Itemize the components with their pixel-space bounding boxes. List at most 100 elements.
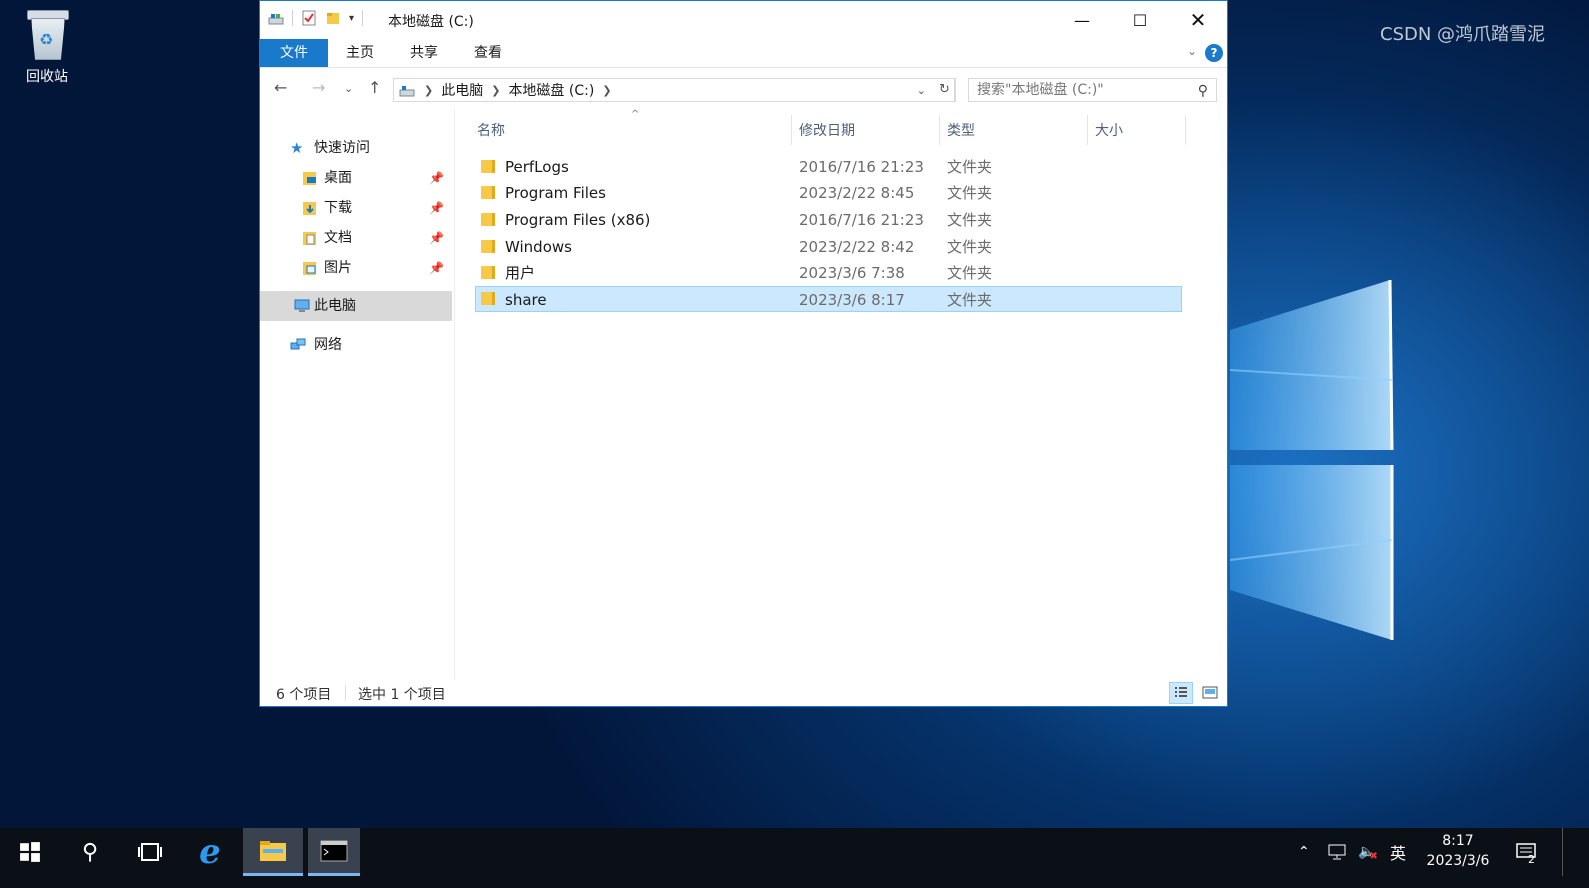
- file-name: share: [505, 291, 547, 309]
- quick-access-toolbar: ▾: [268, 10, 364, 26]
- folder-icon: [481, 160, 495, 173]
- ime-indicator[interactable]: 英: [1390, 828, 1406, 876]
- close-button[interactable]: ✕: [1169, 1, 1227, 39]
- nav-label: 桌面: [324, 170, 352, 186]
- nav-this-pc[interactable]: 此电脑: [260, 291, 452, 321]
- tab-home[interactable]: 主页: [346, 39, 374, 67]
- nav-label: 快速访问: [314, 140, 370, 156]
- column-divider[interactable]: [1185, 115, 1186, 145]
- table-row[interactable]: Windows 2023/2/22 8:42 文件夹: [475, 234, 1182, 260]
- search-input[interactable]: 搜索"本地磁盘 (C:)" ⚲: [968, 78, 1217, 102]
- network-monitor-icon: [1328, 844, 1346, 860]
- desktop-folder-icon: [303, 172, 316, 185]
- breadcrumb-this-pc[interactable]: 此电脑: [441, 80, 483, 100]
- back-button[interactable]: ←: [274, 78, 287, 97]
- table-row[interactable]: 用户 2023/3/6 7:38 文件夹: [475, 260, 1182, 286]
- action-center-button[interactable]: 2: [1516, 828, 1536, 876]
- nav-item-documents[interactable]: 文档 📌: [260, 223, 452, 253]
- watermark: CSDN @鸿爪踏雪泥: [1380, 24, 1546, 45]
- refresh-button[interactable]: ↻: [934, 78, 956, 102]
- network-tray-icon[interactable]: [1328, 828, 1348, 876]
- star-icon: ★: [290, 139, 304, 157]
- large-icons-view-button[interactable]: [1198, 682, 1222, 704]
- show-hidden-icons-button[interactable]: ⌃: [1298, 828, 1310, 876]
- address-bar[interactable]: ❯ 此电脑 ❯ 本地磁盘 (C:) ❯ ⌄: [393, 78, 955, 102]
- toolbar-divider: [362, 10, 364, 26]
- drive-icon[interactable]: [268, 10, 284, 26]
- expand-ribbon-icon[interactable]: ⌄: [1187, 44, 1197, 58]
- breadcrumb-separator-icon: ❯: [602, 83, 612, 97]
- nav-item-desktop[interactable]: 桌面 📌: [260, 163, 452, 193]
- table-row-selected[interactable]: share 2023/3/6 8:17 文件夹: [475, 286, 1182, 312]
- address-dropdown-icon[interactable]: ⌄: [917, 84, 926, 97]
- command-prompt-button[interactable]: [308, 828, 360, 876]
- search-button[interactable]: ⚲: [60, 828, 120, 876]
- table-row[interactable]: Program Files (x86) 2016/7/16 21:23 文件夹: [475, 207, 1182, 233]
- title-bar: ▾ 本地磁盘 (C:) — ☐ ✕: [260, 1, 1227, 39]
- nav-quick-access[interactable]: ★ 快速访问: [260, 133, 452, 163]
- file-name: PerfLogs: [505, 158, 569, 176]
- file-date: 2023/3/6 8:17: [799, 291, 905, 309]
- volume-tray-icon[interactable]: 🔈 ✖: [1358, 828, 1378, 876]
- column-size[interactable]: 大小: [1095, 119, 1123, 143]
- table-row[interactable]: Program Files 2023/2/22 8:45 文件夹: [475, 180, 1182, 206]
- customize-toolbar-icon[interactable]: ▾: [349, 13, 354, 24]
- column-divider[interactable]: [939, 115, 940, 145]
- file-name: Windows: [505, 238, 572, 256]
- file-name: 用户: [505, 264, 536, 282]
- clock[interactable]: 8:17 2023/3/6: [1418, 831, 1498, 871]
- pictures-folder-icon: [303, 262, 316, 275]
- nav-network[interactable]: 网络: [260, 330, 452, 360]
- file-type: 文件夹: [947, 158, 993, 176]
- show-desktop-button[interactable]: [1562, 828, 1563, 876]
- column-type[interactable]: 类型: [947, 119, 975, 143]
- breadcrumb-local-disk[interactable]: 本地磁盘 (C:): [508, 80, 594, 100]
- recycle-bin[interactable]: ♻ 回收站: [12, 8, 82, 86]
- search-icon: ⚲: [1197, 83, 1208, 99]
- column-divider[interactable]: [791, 115, 792, 145]
- toolbar-divider: [292, 10, 293, 26]
- file-date: 2016/7/16 21:23: [799, 158, 924, 176]
- start-button[interactable]: [0, 828, 60, 876]
- column-name[interactable]: 名称: [477, 119, 505, 143]
- details-view-icon: [1175, 687, 1187, 697]
- help-icon[interactable]: ?: [1205, 44, 1223, 62]
- muted-badge-icon: ✖: [1369, 850, 1378, 862]
- pin-icon[interactable]: 📌: [429, 223, 444, 253]
- nav-item-downloads[interactable]: 下载 📌: [260, 193, 452, 223]
- chevron-up-icon: ⌃: [1298, 844, 1310, 860]
- clock-time: 8:17: [1442, 833, 1474, 849]
- tab-file[interactable]: 文件: [260, 39, 328, 67]
- pin-icon[interactable]: 📌: [429, 253, 444, 283]
- file-date: 2023/2/22 8:45: [799, 184, 915, 202]
- tab-view[interactable]: 查看: [474, 39, 502, 67]
- network-icon: [290, 338, 306, 350]
- breadcrumb-separator-icon: ❯: [491, 83, 501, 97]
- window-title: 本地磁盘 (C:): [388, 14, 474, 30]
- new-folder-icon[interactable]: [325, 10, 341, 26]
- pin-icon[interactable]: 📌: [429, 163, 444, 193]
- computer-icon: [294, 299, 310, 312]
- recent-locations-icon[interactable]: ⌄: [344, 82, 353, 95]
- maximize-button[interactable]: ☐: [1111, 1, 1169, 39]
- ribbon-tabs: 文件 主页 共享 查看 ⌄ ?: [260, 39, 1227, 68]
- forward-button[interactable]: →: [312, 78, 325, 97]
- file-date: 2016/7/16 21:23: [799, 211, 924, 229]
- search-icon: ⚲: [81, 839, 99, 865]
- minimize-button[interactable]: —: [1053, 1, 1111, 39]
- file-explorer-button[interactable]: [243, 828, 303, 876]
- nav-item-pictures[interactable]: 图片 📌: [260, 253, 452, 283]
- up-button[interactable]: ↑: [368, 78, 381, 97]
- column-divider[interactable]: [1087, 115, 1088, 145]
- tab-share[interactable]: 共享: [410, 39, 438, 67]
- table-row[interactable]: PerfLogs 2016/7/16 21:23 文件夹: [475, 154, 1182, 180]
- clock-date: 2023/3/6: [1426, 853, 1490, 869]
- navigation-bar: ← → ⌄ ↑ ❯ 此电脑 ❯ 本地磁盘 (C:) ❯ ⌄ ↻ 搜索"本地磁盘 …: [260, 68, 1227, 108]
- details-view-button[interactable]: [1169, 682, 1193, 704]
- task-view-button[interactable]: [120, 828, 180, 876]
- internet-explorer-button[interactable]: e: [180, 828, 240, 876]
- properties-icon[interactable]: [301, 10, 317, 26]
- column-date[interactable]: 修改日期: [799, 119, 855, 143]
- pin-icon[interactable]: 📌: [429, 193, 444, 223]
- folder-icon: [481, 186, 495, 199]
